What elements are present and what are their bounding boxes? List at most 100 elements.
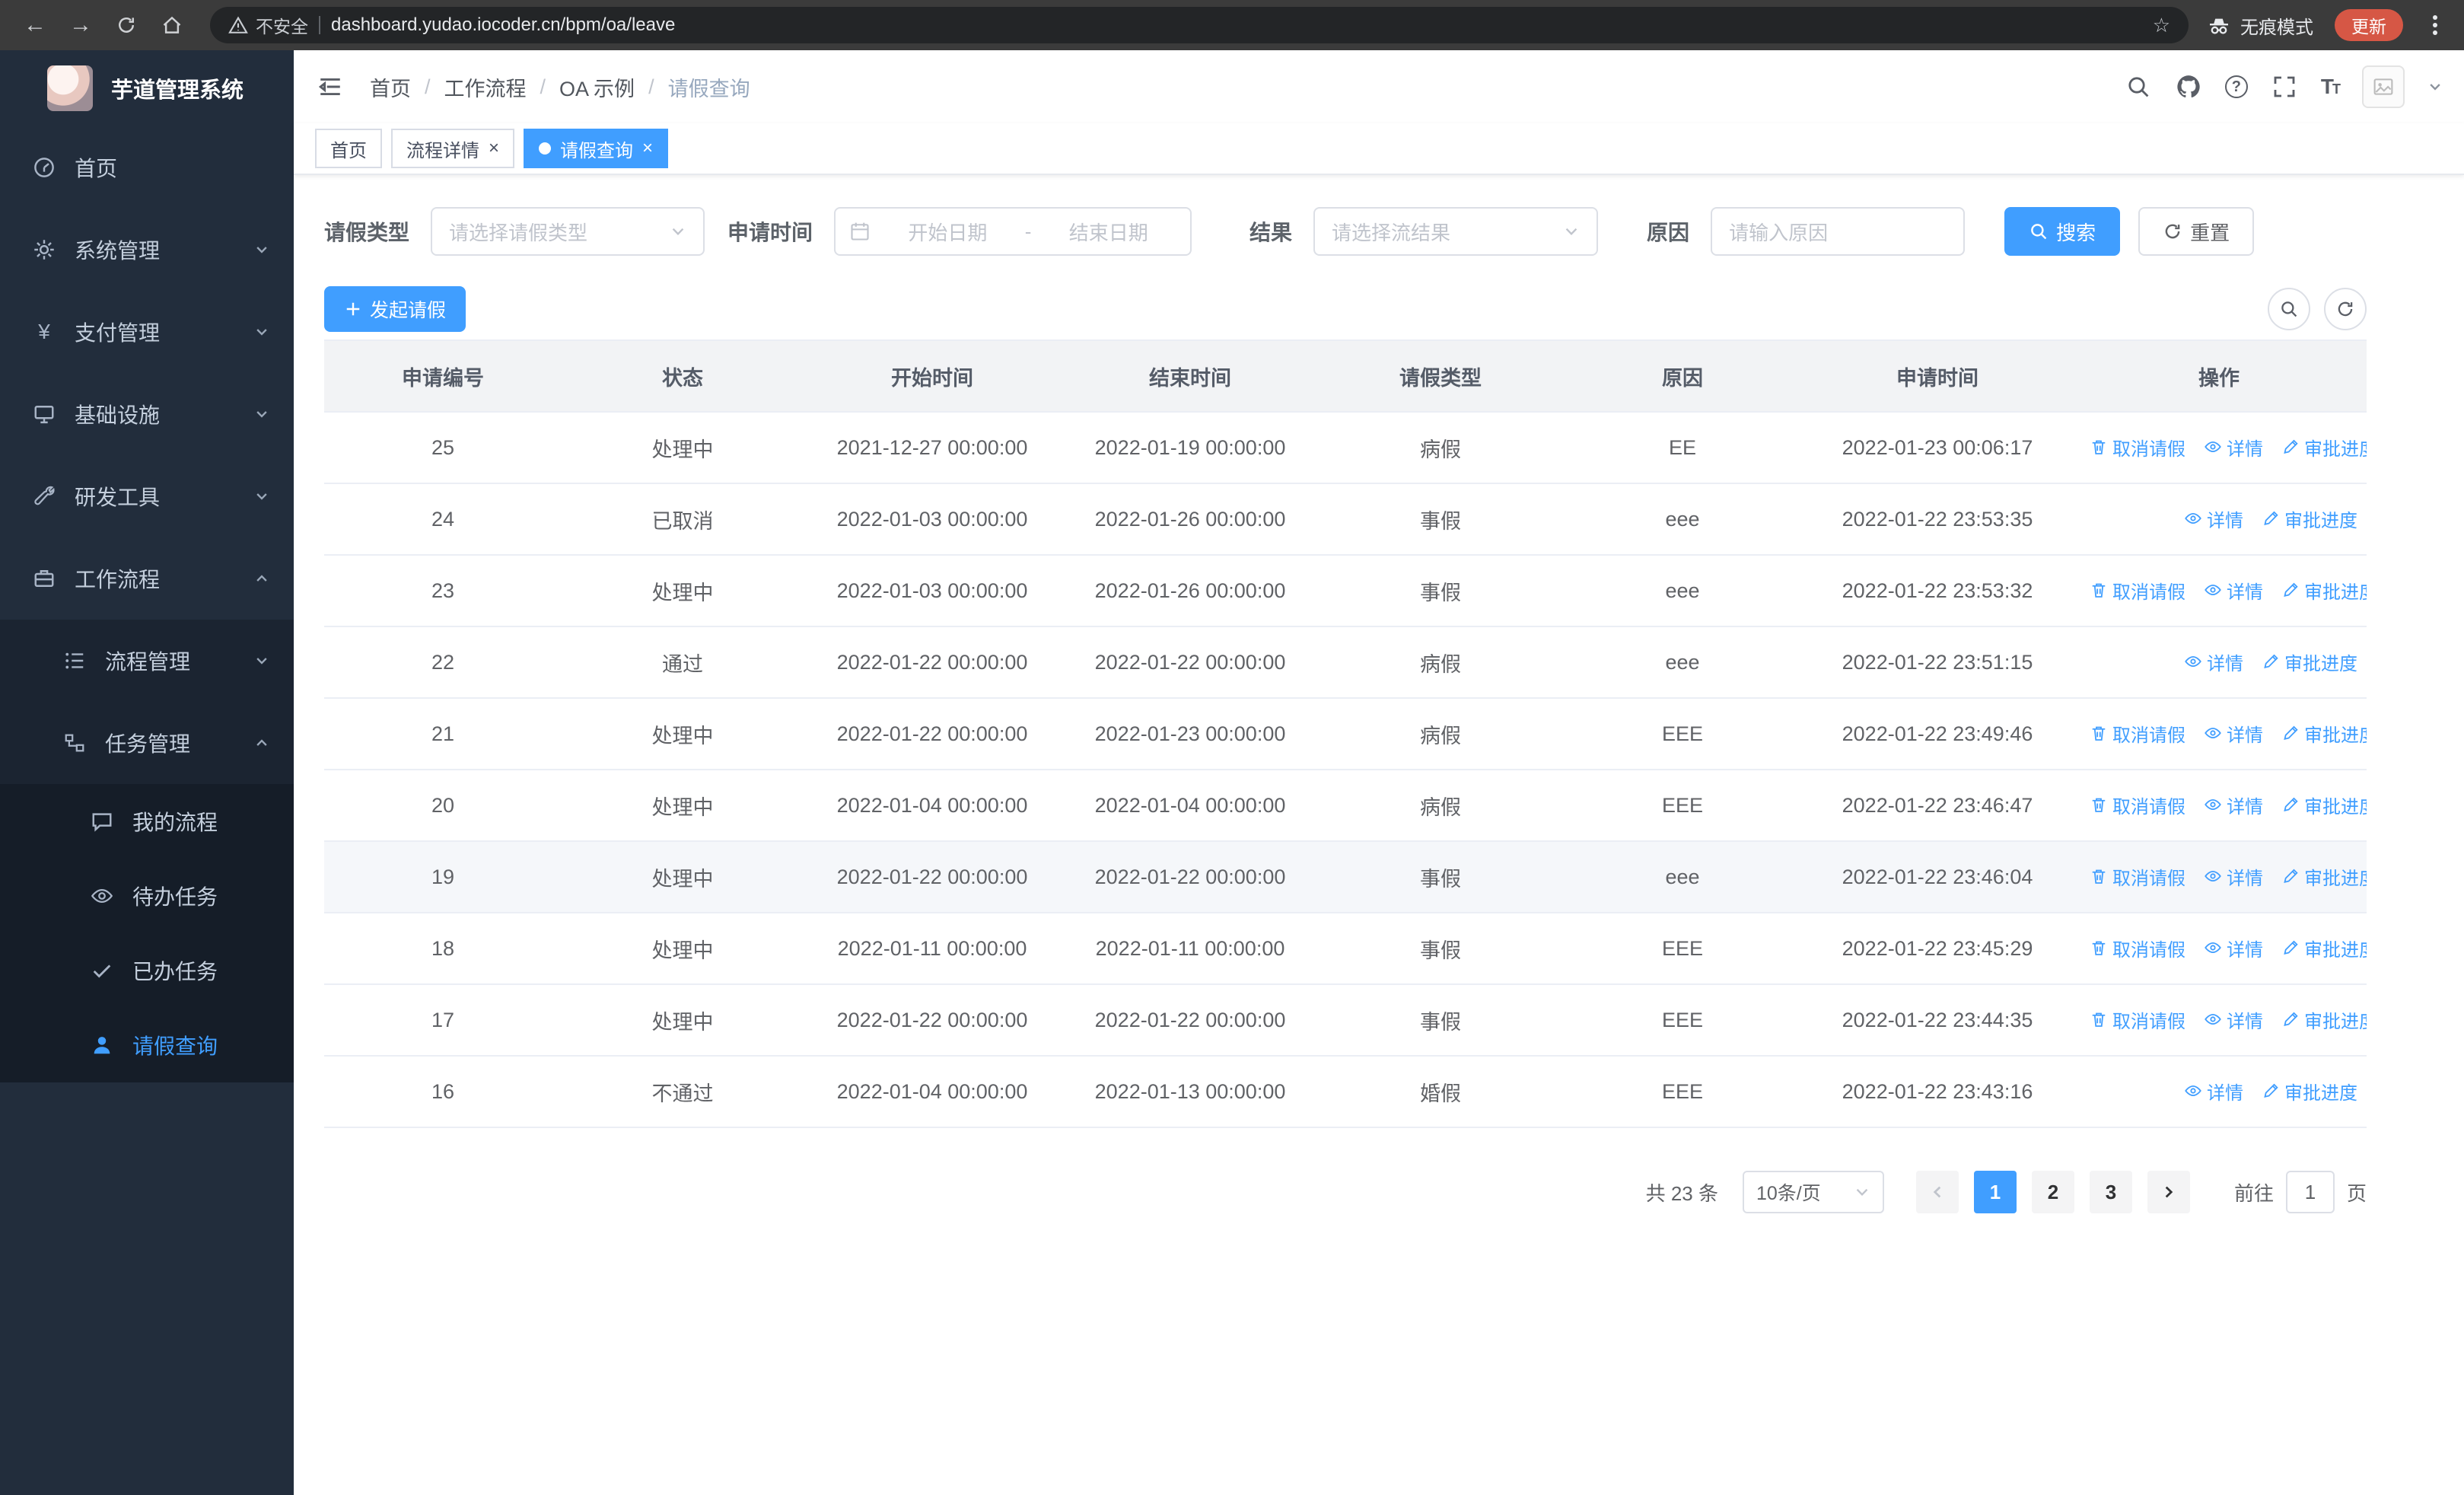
browser-home-icon[interactable]	[152, 5, 192, 45]
cell-actions: 取消请假详情审批进度	[2071, 698, 2367, 770]
end-date-placeholder: 结束日期	[1068, 221, 1148, 244]
approval-progress-link[interactable]: 审批进度	[2281, 434, 2367, 461]
approval-progress-link[interactable]: 审批进度	[2262, 649, 2357, 675]
cell-type: 病假	[1320, 770, 1561, 842]
detail-link[interactable]: 详情	[2184, 1078, 2243, 1105]
reason-input[interactable]: 请输入原因	[1711, 207, 1966, 256]
apply-time-range-picker[interactable]: 开始日期 - 结束日期	[834, 207, 1192, 256]
detail-link[interactable]: 详情	[2204, 792, 2263, 818]
cancel-leave-link[interactable]: 取消请假	[2090, 935, 2185, 961]
detail-link[interactable]: 详情	[2204, 863, 2263, 890]
sidebar-item-infra[interactable]: 基础设施	[0, 373, 294, 455]
tab-home[interactable]: 首页	[315, 129, 382, 168]
sidebar-item-payment[interactable]: ¥ 支付管理	[0, 291, 294, 373]
sidebar-toggle-icon[interactable]	[315, 72, 345, 102]
cancel-leave-link[interactable]: 取消请假	[2090, 863, 2185, 890]
next-page-button[interactable]	[2147, 1171, 2190, 1213]
approval-progress-link[interactable]: 审批进度	[2281, 1006, 2367, 1033]
page-size-select[interactable]: 10条/页	[1742, 1171, 1884, 1213]
column-header: 申请编号	[324, 339, 562, 413]
approval-progress-link[interactable]: 审批进度	[2281, 577, 2367, 604]
sidebar-item-leave-query[interactable]: 请假查询	[0, 1008, 294, 1082]
leave-type-select[interactable]: 请选择请假类型	[431, 207, 705, 256]
cell-end: 2022-01-22 00:00:00	[1061, 841, 1320, 913]
sidebar-item-system[interactable]: 系统管理	[0, 209, 294, 291]
approval-progress-link[interactable]: 审批进度	[2281, 935, 2367, 961]
search-button[interactable]: 搜索	[2004, 207, 2121, 256]
bookmark-star-icon[interactable]: ☆	[2153, 14, 2170, 37]
reset-button[interactable]: 重置	[2138, 207, 2255, 256]
hide-search-icon[interactable]	[2268, 288, 2310, 330]
sidebar-item-done-tasks[interactable]: 已办任务	[0, 933, 294, 1008]
start-date-placeholder: 开始日期	[908, 221, 988, 244]
sidebar-item-workflow[interactable]: 工作流程	[0, 537, 294, 620]
detail-link[interactable]: 详情	[2204, 1006, 2263, 1033]
cell-start: 2022-01-04 00:00:00	[804, 770, 1061, 842]
prev-page-button[interactable]	[1915, 1171, 1959, 1213]
tab-process-detail[interactable]: 流程详情 ×	[391, 129, 515, 168]
column-header: 原因	[1561, 339, 1803, 413]
detail-link[interactable]: 详情	[2204, 434, 2263, 461]
sidebar-item-devtools[interactable]: 研发工具	[0, 455, 294, 537]
detail-link[interactable]: 详情	[2204, 935, 2263, 961]
cell-actions: 取消请假详情审批进度	[2071, 841, 2367, 913]
browser-forward-icon[interactable]: →	[61, 5, 100, 45]
close-icon[interactable]: ×	[489, 139, 499, 158]
chevron-down-icon[interactable]	[2427, 79, 2443, 94]
sidebar-item-process-management[interactable]: 流程管理	[0, 620, 294, 702]
result-select[interactable]: 请选择流结果	[1313, 207, 1599, 256]
cancel-leave-link[interactable]: 取消请假	[2090, 577, 2185, 604]
breadcrumb-workflow[interactable]: 工作流程	[444, 72, 527, 102]
search-icon[interactable]	[2125, 73, 2152, 100]
detail-link[interactable]: 详情	[2204, 577, 2263, 604]
github-icon[interactable]	[2175, 73, 2202, 100]
sidebar-item-todo-tasks[interactable]: 待办任务	[0, 859, 294, 933]
breadcrumb: 首页 / 工作流程 / OA 示例 / 请假查询	[370, 72, 750, 102]
cell-type: 事假	[1320, 555, 1561, 627]
refresh-table-icon[interactable]	[2324, 288, 2367, 330]
cancel-leave-link[interactable]: 取消请假	[2090, 792, 2185, 818]
help-icon[interactable]: ?	[2224, 75, 2248, 98]
page-button-1[interactable]: 1	[1973, 1171, 2017, 1213]
cell-end: 2022-01-19 00:00:00	[1061, 412, 1320, 484]
reason-label: 原因	[1647, 221, 1690, 244]
goto-page-input[interactable]	[2285, 1171, 2335, 1213]
breadcrumb-oa-example[interactable]: OA 示例	[559, 72, 635, 102]
browser-refresh-icon[interactable]	[107, 5, 146, 45]
sidebar-item-task-management[interactable]: 任务管理	[0, 702, 294, 784]
sidebar-item-home[interactable]: 首页	[0, 126, 294, 209]
url-bar[interactable]: 不安全 dashboard.yudao.iocoder.cn/bpm/oa/le…	[210, 7, 2189, 43]
breadcrumb-home[interactable]: 首页	[370, 72, 411, 102]
browser-back-icon[interactable]: ←	[15, 5, 55, 45]
browser-menu-icon[interactable]	[2421, 15, 2449, 35]
detail-link[interactable]: 详情	[2204, 720, 2263, 747]
tab-leave-query[interactable]: 请假查询 ×	[524, 129, 669, 168]
cancel-leave-link[interactable]: 取消请假	[2090, 1006, 2185, 1033]
approval-progress-link[interactable]: 审批进度	[2262, 1078, 2357, 1105]
dashboard-icon	[32, 155, 56, 180]
detail-link[interactable]: 详情	[2184, 649, 2243, 675]
cell-type: 事假	[1320, 841, 1561, 913]
approval-progress-link[interactable]: 审批进度	[2281, 863, 2367, 890]
cancel-leave-link[interactable]: 取消请假	[2090, 434, 2185, 461]
cell-type: 事假	[1320, 984, 1561, 1057]
font-size-icon[interactable]: TT	[2321, 75, 2341, 99]
approval-progress-link[interactable]: 审批进度	[2281, 792, 2367, 818]
detail-link[interactable]: 详情	[2184, 505, 2243, 532]
close-icon[interactable]: ×	[642, 139, 653, 158]
fullscreen-icon[interactable]	[2271, 73, 2298, 100]
approval-progress-link[interactable]: 审批进度	[2281, 720, 2367, 747]
view-icon	[2204, 724, 2222, 742]
security-chip[interactable]: 不安全	[228, 12, 308, 38]
create-leave-button[interactable]: 发起请假	[324, 286, 466, 332]
approval-progress-link[interactable]: 审批进度	[2262, 505, 2357, 532]
table-row: 25 处理中 2021-12-27 00:00:00 2022-01-19 00:00…	[324, 412, 2367, 484]
sidebar-item-my-process[interactable]: 我的流程	[0, 784, 294, 859]
page-button-3[interactable]: 3	[2089, 1171, 2132, 1213]
goto-label: 前往	[2233, 1181, 2274, 1205]
edit-icon	[2281, 867, 2300, 885]
page-button-2[interactable]: 2	[2031, 1171, 2074, 1213]
cancel-leave-link[interactable]: 取消请假	[2090, 720, 2185, 747]
user-avatar[interactable]	[2362, 65, 2405, 108]
browser-update-button[interactable]: 更新	[2335, 9, 2403, 41]
